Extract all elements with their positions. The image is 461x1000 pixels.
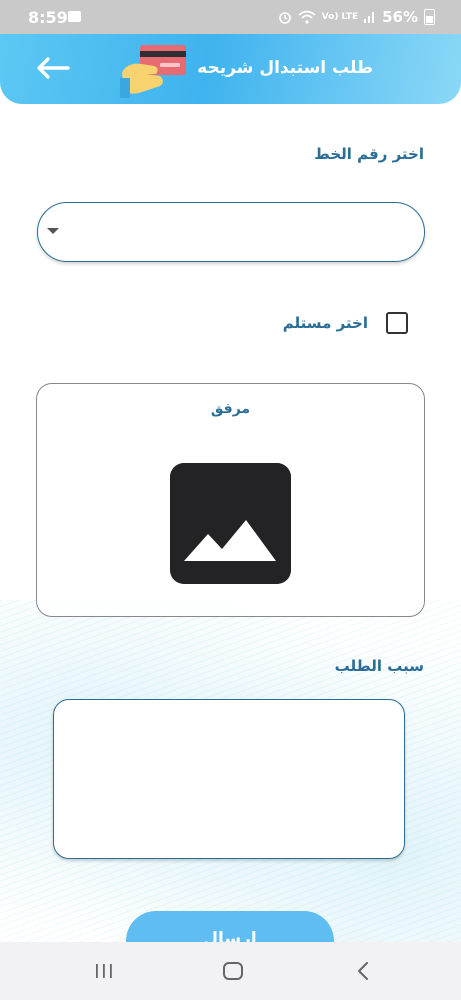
gallery-notification-icon <box>68 11 81 22</box>
line-number-label: اختر رقم الخط <box>314 145 424 163</box>
battery-percent: 56% <box>382 8 418 26</box>
receiver-option[interactable]: اختر مستلم <box>283 312 408 334</box>
receiver-checkbox[interactable] <box>386 312 408 334</box>
hand-card-icon <box>120 45 186 98</box>
reason-label: سبب الطلب <box>334 657 424 675</box>
battery-icon <box>424 9 435 25</box>
attachment-label: مرفق <box>210 401 251 417</box>
attachment-box: مرفق <box>36 383 425 617</box>
network-type-label: Vo) LTE <box>321 11 359 22</box>
signal-icon <box>364 12 375 23</box>
app-header: طلب استبدال شريحه <box>0 34 461 104</box>
alarm-icon <box>278 12 291 24</box>
receiver-label: اختر مستلم <box>282 314 368 332</box>
reason-textarea[interactable] <box>53 699 405 859</box>
arrow-left-icon[interactable] <box>36 55 70 81</box>
recents-icon[interactable] <box>91 960 117 982</box>
status-bar: 8:59 Vo) LTE 56% <box>0 0 461 34</box>
status-time: 8:59 <box>28 8 68 27</box>
status-icons: Vo) LTE 56% <box>278 8 435 26</box>
chevron-left-icon[interactable] <box>351 960 377 982</box>
line-number-dropdown[interactable] <box>37 202 425 262</box>
image-placeholder-icon[interactable] <box>170 463 291 584</box>
dropdown-arrow-icon <box>47 228 59 234</box>
home-icon[interactable] <box>220 960 246 982</box>
wifi-icon <box>298 10 316 24</box>
page-title: طلب استبدال شريحه <box>197 58 373 78</box>
system-nav-bar <box>0 942 461 1000</box>
